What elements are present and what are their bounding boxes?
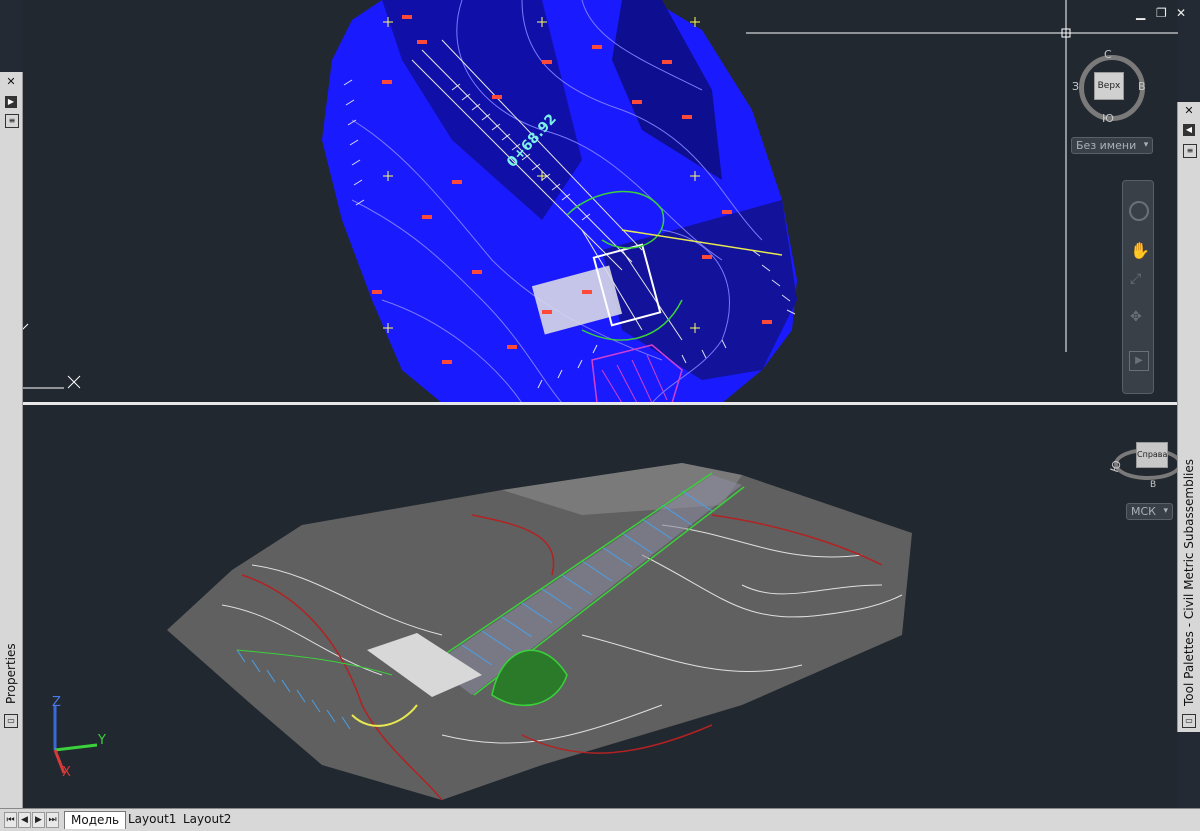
ucs-icon-bottom — [53, 705, 98, 774]
plan-drawing — [22, 0, 1178, 403]
compass-west[interactable]: З — [1072, 80, 1079, 93]
viewcube-face-top[interactable]: Верх — [1094, 72, 1124, 100]
last-tab-icon[interactable]: ⏭ — [46, 812, 59, 828]
ucs-axis-y: Y — [98, 733, 106, 748]
restore-icon[interactable]: ❐ — [1156, 6, 1167, 20]
ucs-axis-z: Z — [52, 695, 61, 710]
tool-palettes: ✕ ◀ ≡ Tool Palettes - Civil Metric Subas… — [1177, 102, 1200, 732]
viewcube-face-right[interactable]: Справа — [1136, 442, 1168, 468]
next-tab-icon[interactable]: ▶ — [32, 812, 45, 828]
close-icon[interactable]: ✕ — [1176, 6, 1186, 20]
properties-title[interactable]: Properties — [4, 643, 18, 704]
properties-palette: ✕ ▶ ≡ Properties ▭ — [0, 72, 23, 812]
pan-icon[interactable]: ✋ — [1130, 241, 1150, 260]
palette-properties-icon[interactable]: ≡ — [5, 114, 19, 128]
tab-layout2[interactable]: Layout2 — [177, 811, 237, 828]
compass-north[interactable]: С — [1104, 48, 1112, 61]
ucs-icon-top — [22, 323, 81, 389]
palette-autohide-icon[interactable]: ▶ — [5, 96, 17, 108]
palette-menu-icon[interactable]: ▭ — [4, 714, 18, 728]
showmotion-icon[interactable]: ▶ — [1129, 351, 1149, 371]
navigation-bar: ✋ ⤢ ✥ ▶ — [1122, 180, 1154, 394]
tool-palette-menu-icon[interactable]: ▭ — [1182, 714, 1196, 728]
tab-layout1[interactable]: Layout1 — [122, 811, 182, 828]
prev-tab-icon[interactable]: ◀ — [18, 812, 31, 828]
ucs-menu-bottom[interactable]: МСК — [1126, 503, 1173, 520]
tab-model[interactable]: Модель — [64, 811, 127, 829]
layout-tabs-bar: ⏮ ◀ ▶ ⏭ Модель Layout1 Layout2 — [0, 808, 1200, 831]
viewcube-top[interactable]: Верх — [1076, 52, 1145, 121]
top-viewport[interactable]: 0+68.92 — [22, 0, 1178, 403]
zoom-icon[interactable]: ⤢ — [1130, 271, 1141, 287]
first-tab-icon[interactable]: ⏮ — [4, 812, 17, 828]
ucs-axis-x: X — [62, 765, 71, 780]
tool-palettes-title[interactable]: Tool Palettes - Civil Metric Subassembli… — [1182, 459, 1196, 706]
tool-palette-properties-icon[interactable]: ≡ — [1183, 144, 1197, 158]
viewcube-bottom[interactable]: Справа — [1114, 432, 1182, 490]
compass-south[interactable]: Ю — [1102, 112, 1114, 125]
palette-close-icon[interactable]: ✕ — [5, 76, 17, 88]
tool-palette-close-icon[interactable]: ✕ — [1183, 105, 1195, 117]
steering-wheel-icon[interactable] — [1129, 201, 1149, 221]
compass-bottom-east[interactable]: В — [1150, 480, 1156, 490]
ucs-menu-top[interactable]: Без имени — [1071, 137, 1154, 154]
model-3d-drawing — [53, 463, 912, 801]
orbit-icon[interactable]: ✥ — [1130, 309, 1142, 325]
compass-east[interactable]: В — [1138, 80, 1146, 93]
bottom-viewport[interactable]: Z Y X — [22, 405, 1178, 808]
minimize-icon[interactable]: ▁ — [1136, 6, 1145, 20]
tool-palette-autohide-icon[interactable]: ◀ — [1183, 124, 1195, 136]
